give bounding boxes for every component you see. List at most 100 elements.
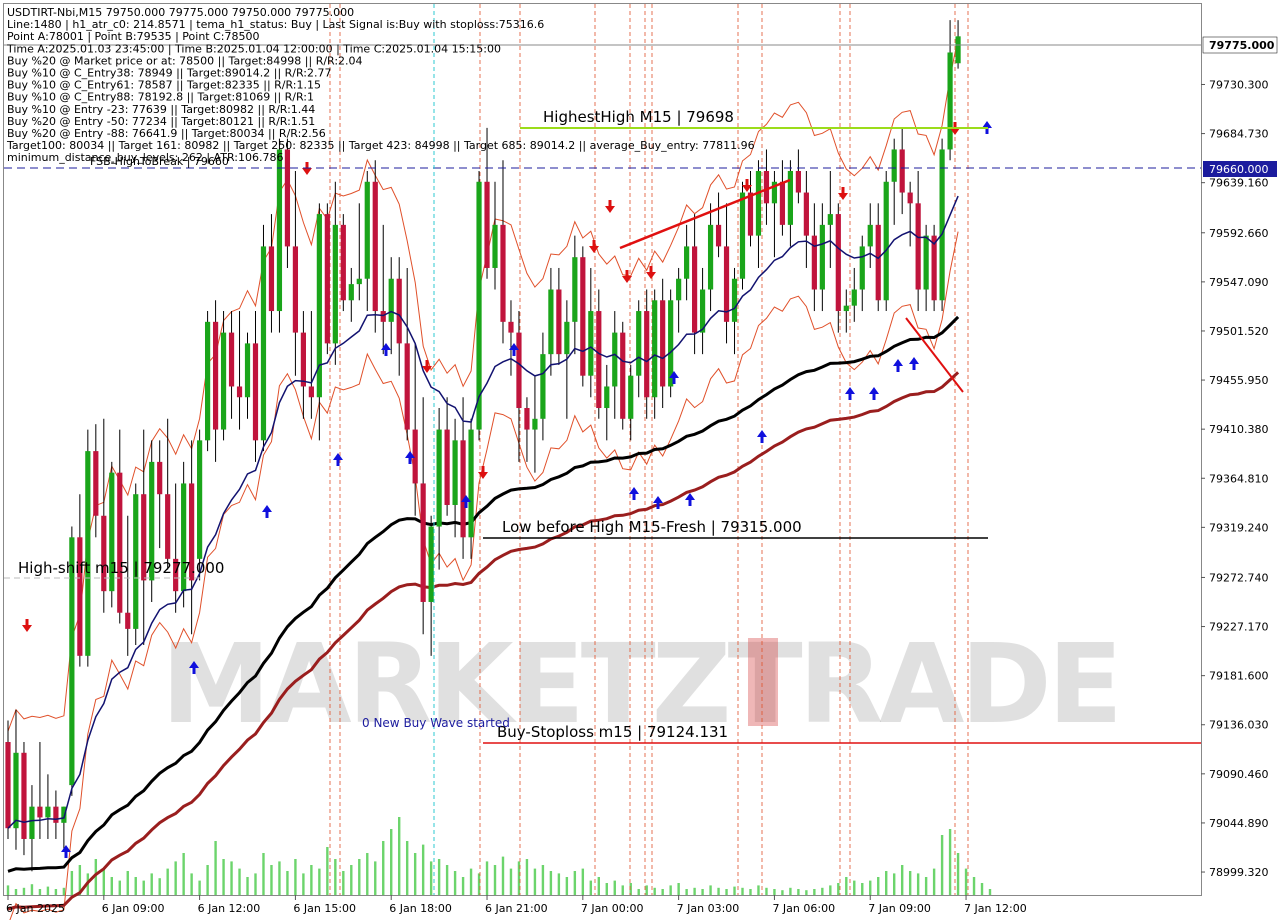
volume-bar <box>597 877 600 895</box>
candle-body <box>157 461 163 495</box>
y-tick-label: 79319.240 <box>1209 521 1269 534</box>
volume-bar <box>390 829 393 895</box>
volume-bar <box>198 880 201 895</box>
candle-body <box>516 332 522 409</box>
candle-body <box>308 386 314 398</box>
candle-body <box>45 806 51 818</box>
candle-body <box>947 52 953 150</box>
volume-bar <box>278 861 281 895</box>
y-tick-label: 79272.740 <box>1209 571 1269 584</box>
candle-body <box>460 440 466 538</box>
volume-bar <box>182 853 185 895</box>
y-tick-label: 79684.730 <box>1209 128 1269 141</box>
volume-bar <box>62 887 66 895</box>
x-tick-label: 7 Jan 03:00 <box>677 902 740 915</box>
candle-body <box>197 440 203 559</box>
candle-body <box>835 214 841 312</box>
candle-body <box>644 311 650 398</box>
candle-body <box>811 235 817 290</box>
volume-bar <box>46 886 50 895</box>
candle-body <box>420 483 426 602</box>
candle-body <box>859 246 865 290</box>
y-tick-label: 79592.660 <box>1209 227 1269 240</box>
level-price-tag: 79660.000 <box>1209 163 1269 176</box>
candle-body <box>500 224 506 322</box>
candle-body <box>931 235 937 301</box>
volume-bar <box>358 859 361 895</box>
candle-body <box>803 192 809 236</box>
volume-bar <box>797 889 800 895</box>
x-tick-label: 6 Jan 12:00 <box>198 902 261 915</box>
candle-body <box>843 305 849 312</box>
volume-bar <box>573 871 577 895</box>
candle-body <box>252 343 259 441</box>
volume-bar <box>206 865 209 895</box>
volume-bar <box>254 873 257 895</box>
info-line: Buy %10 @ C_Entry61: 78587 || Target:823… <box>7 79 321 92</box>
candle-body <box>867 224 873 247</box>
volume-bar <box>30 884 34 895</box>
volume-bar <box>605 883 608 895</box>
candle-body <box>53 806 59 823</box>
candle-body <box>628 375 634 419</box>
candle-body <box>747 192 754 236</box>
candle-body <box>244 343 251 398</box>
volume-bar <box>174 861 177 895</box>
volume-bar <box>445 865 449 895</box>
x-tick-label: 7 Jan 06:00 <box>772 902 835 915</box>
price-chart[interactable]: MARKETZTRADE HighestHigh M15 | 79698 Low… <box>0 0 1280 924</box>
candle-body <box>380 311 386 322</box>
volume-bar <box>246 877 249 895</box>
volume-bar <box>765 887 768 895</box>
volume-bar <box>877 877 880 895</box>
volume-bar <box>565 877 569 895</box>
x-tick-label: 7 Jan 00:00 <box>581 902 644 915</box>
candle-body <box>356 278 362 285</box>
candle-body <box>404 343 410 430</box>
candle-body <box>388 278 394 322</box>
x-tick-label: 7 Jan 12:00 <box>964 902 1027 915</box>
candle-body <box>636 311 642 376</box>
candle-body <box>324 214 330 344</box>
volume-bar <box>956 853 960 895</box>
volume-bar <box>781 890 784 895</box>
info-line: Buy %20 @ Entry -88: 76641.9 || Target:8… <box>7 127 326 140</box>
volume-bar <box>405 841 409 895</box>
volume-bar <box>853 880 856 895</box>
candle-body <box>220 332 227 430</box>
candle-body <box>588 311 594 376</box>
volume-bar <box>126 871 129 895</box>
info-line: Line:1480 | h1_atr_c0: 214.8571 | tema_h… <box>7 18 544 31</box>
volume-bar <box>885 871 888 895</box>
candle-body <box>212 321 219 430</box>
candle-body <box>29 806 35 839</box>
candle-body <box>564 321 570 355</box>
volume-bar <box>908 871 912 895</box>
candle-body <box>508 321 514 333</box>
volume-bar <box>485 861 489 895</box>
low-before-high-label: Low before High M15-Fresh | 79315.000 <box>502 518 802 536</box>
volume-bar <box>757 885 760 895</box>
candle-body <box>731 278 738 322</box>
candle-body <box>596 311 602 409</box>
volume-bar <box>501 856 505 895</box>
volume-bar <box>310 865 313 895</box>
info-line: Buy %10 @ Entry -23: 77639 || Target:809… <box>7 103 315 116</box>
candle-body <box>851 289 857 306</box>
volume-bar <box>645 885 648 895</box>
volume-bar <box>350 865 353 895</box>
x-tick-label: 7 Jan 09:00 <box>868 902 931 915</box>
candle-body <box>5 742 11 829</box>
volume-bar <box>230 861 233 895</box>
volume-bar <box>549 871 553 895</box>
buy-stoploss-label: Buy-Stoploss m15 | 79124.131 <box>497 723 728 741</box>
candle-body <box>364 181 370 279</box>
volume-bar <box>837 883 840 895</box>
candle-body <box>556 289 562 355</box>
volume-bar <box>900 865 904 895</box>
volume-bar <box>557 873 561 895</box>
volume-bar <box>262 853 265 895</box>
candle-body <box>548 289 554 355</box>
candle-body <box>939 149 945 301</box>
volume-bar <box>821 887 824 895</box>
